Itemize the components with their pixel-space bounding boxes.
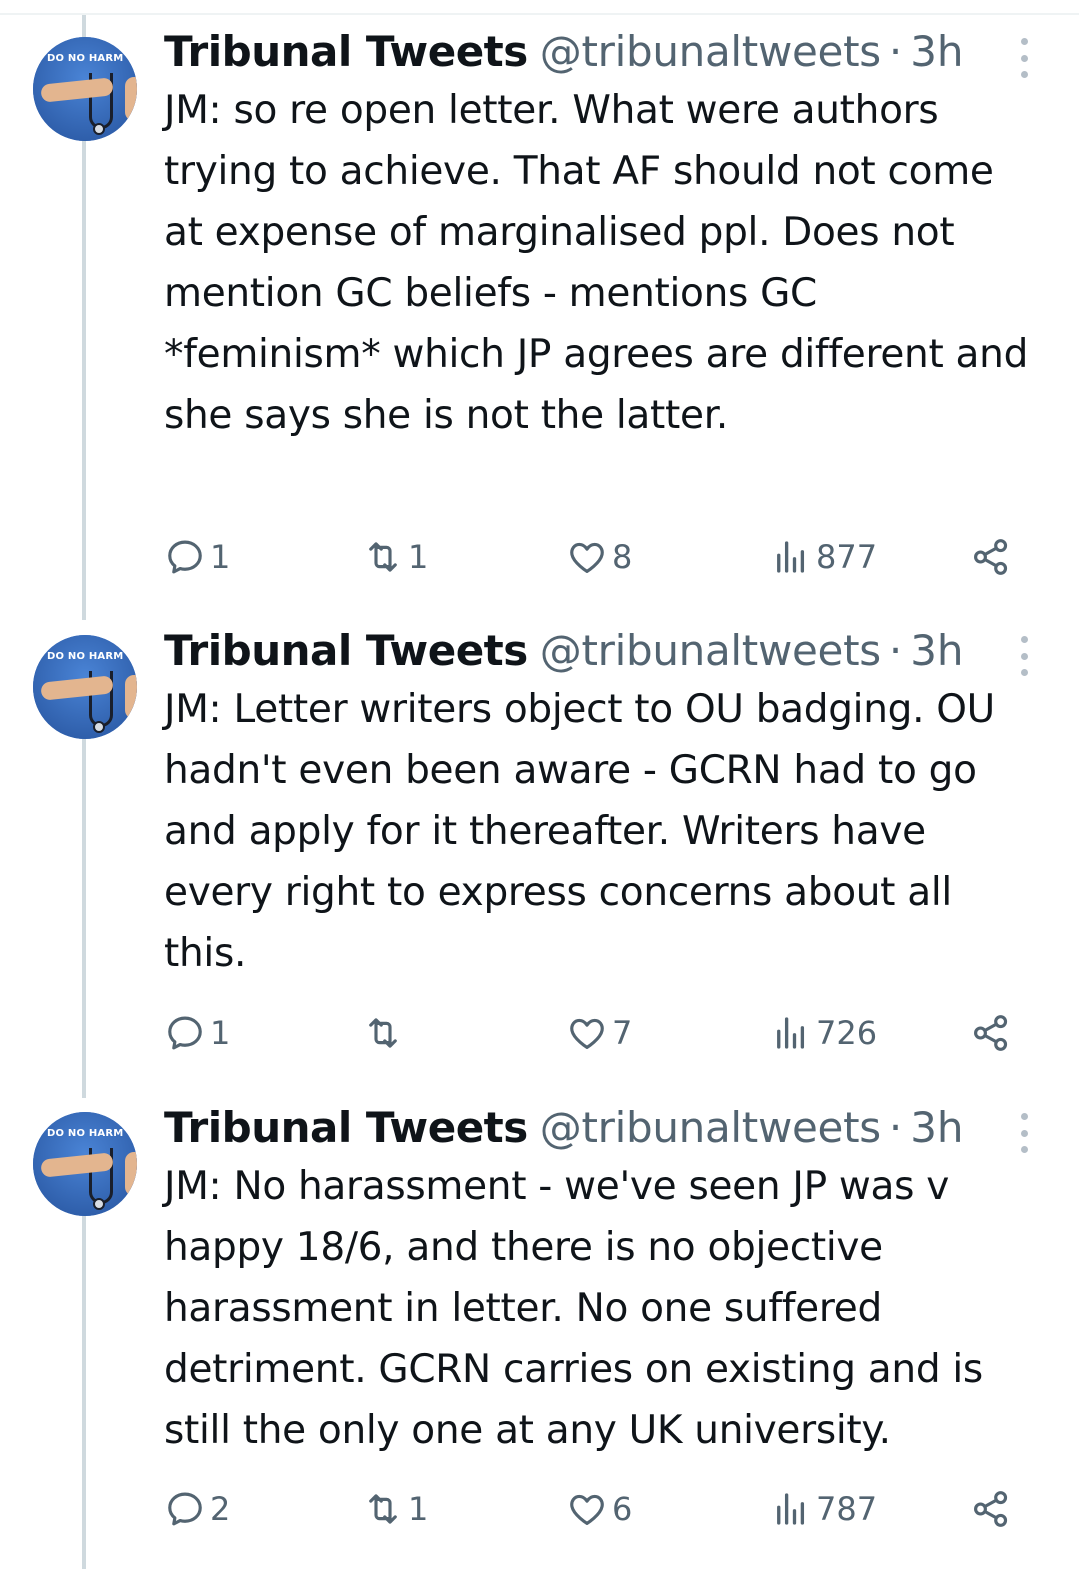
share-button[interactable]: [970, 1484, 1016, 1534]
view-count: 726: [816, 1014, 878, 1052]
tweet-header: Tribunal Tweets @tribunaltweets · 3h: [164, 26, 964, 78]
tweet-actions: 1 7 726: [164, 1008, 1024, 1058]
retweet-button[interactable]: 1: [362, 532, 428, 582]
timestamp[interactable]: 3h: [910, 26, 963, 78]
reply-icon: [168, 540, 202, 574]
view-count: 787: [816, 1490, 878, 1528]
share-icon: [974, 1015, 1008, 1051]
avatar-text: DO NO HARM: [47, 651, 124, 662]
reply-button[interactable]: 1: [164, 532, 230, 582]
tweet-header: Tribunal Tweets @tribunaltweets · 3h: [164, 625, 964, 677]
like-button[interactable]: 8: [566, 532, 632, 582]
retweet-button[interactable]: [362, 1008, 408, 1058]
user-handle[interactable]: @tribunaltweets: [540, 26, 881, 78]
reply-count: 1: [210, 1014, 231, 1052]
reply-icon: [168, 1016, 202, 1050]
thread-line: [82, 15, 86, 37]
heart-icon: [570, 1494, 604, 1525]
views-icon: [777, 541, 805, 573]
avatar[interactable]: DO NO HARM: [33, 1112, 137, 1216]
heart-icon: [570, 542, 604, 573]
user-handle[interactable]: @tribunaltweets: [540, 1102, 881, 1154]
retweet-icon: [369, 1494, 397, 1524]
thread-line: [82, 1216, 86, 1569]
display-name[interactable]: Tribunal Tweets: [164, 625, 528, 677]
tweet-actions: 1 1 8 877: [164, 532, 1024, 582]
avatar-text: DO NO HARM: [47, 1128, 124, 1139]
share-icon: [974, 1491, 1008, 1527]
separator: ·: [888, 626, 903, 675]
separator: ·: [888, 1103, 903, 1152]
avatar[interactable]: DO NO HARM: [33, 635, 137, 739]
like-count: 7: [612, 1014, 633, 1052]
timestamp[interactable]: 3h: [910, 625, 963, 677]
retweet-icon: [369, 1018, 397, 1048]
like-count: 6: [612, 1490, 633, 1528]
like-button[interactable]: 7: [566, 1008, 632, 1058]
reply-button[interactable]: 2: [164, 1484, 230, 1534]
more-icon[interactable]: [1016, 636, 1032, 676]
views-icon: [777, 1017, 805, 1049]
tweet-text: JM: Letter writers object to OU badging.…: [164, 687, 995, 976]
avatar-text: DO NO HARM: [47, 53, 124, 64]
timestamp[interactable]: 3h: [910, 1102, 963, 1154]
like-count: 8: [612, 538, 633, 576]
top-divider: [0, 13, 1079, 15]
views-button[interactable]: 877: [770, 532, 877, 582]
retweet-count: 1: [408, 1490, 429, 1528]
display-name[interactable]: Tribunal Tweets: [164, 1102, 528, 1154]
retweet-count: 1: [408, 538, 429, 576]
more-icon[interactable]: [1016, 38, 1032, 78]
retweet-icon: [369, 542, 397, 572]
tweet-text: JM: so re open letter. What were authors…: [164, 88, 1029, 438]
tweet-actions: 2 1 6 787: [164, 1484, 1024, 1534]
tweet-text: JM: No harassment - we've seen JP was v …: [164, 1164, 983, 1453]
retweet-button[interactable]: 1: [362, 1484, 428, 1534]
reply-icon: [168, 1492, 202, 1526]
thread-line: [82, 140, 86, 620]
avatar[interactable]: DO NO HARM: [33, 37, 137, 141]
display-name[interactable]: Tribunal Tweets: [164, 26, 528, 78]
heart-icon: [570, 1018, 604, 1049]
views-button[interactable]: 726: [770, 1008, 877, 1058]
share-button[interactable]: [970, 1008, 1016, 1058]
views-icon: [777, 1493, 805, 1525]
views-button[interactable]: 787: [770, 1484, 877, 1534]
separator: ·: [888, 27, 903, 76]
tweet-header: Tribunal Tweets @tribunaltweets · 3h: [164, 1102, 964, 1154]
reply-count: 1: [210, 538, 231, 576]
share-button[interactable]: [970, 532, 1016, 582]
thread-line: [82, 738, 86, 1098]
like-button[interactable]: 6: [566, 1484, 632, 1534]
reply-count: 2: [210, 1490, 231, 1528]
user-handle[interactable]: @tribunaltweets: [540, 625, 881, 677]
reply-button[interactable]: 1: [164, 1008, 230, 1058]
share-icon: [974, 539, 1008, 575]
view-count: 877: [816, 538, 878, 576]
more-icon[interactable]: [1016, 1113, 1032, 1153]
